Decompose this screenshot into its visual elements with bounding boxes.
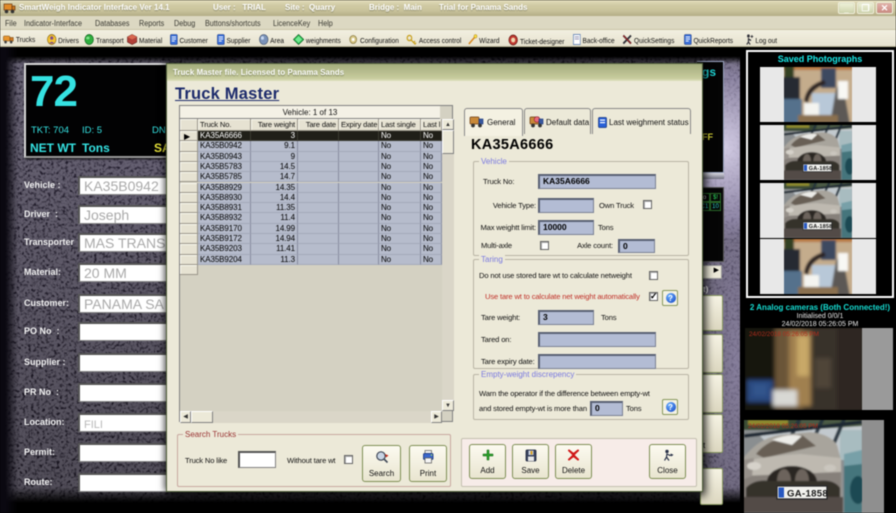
svg-text:GA-1858: GA-1858 — [809, 166, 833, 172]
svg-text:GA-1858: GA-1858 — [809, 224, 833, 230]
svg-text:24/02/2018 05:26:05 PM: 24/02/2018 05:26:05 PM — [748, 423, 818, 430]
svg-text:GA-1858: GA-1858 — [787, 489, 828, 500]
svg-text:24/02/2018 05:26:05 PM: 24/02/2018 05:26:05 PM — [749, 331, 819, 338]
